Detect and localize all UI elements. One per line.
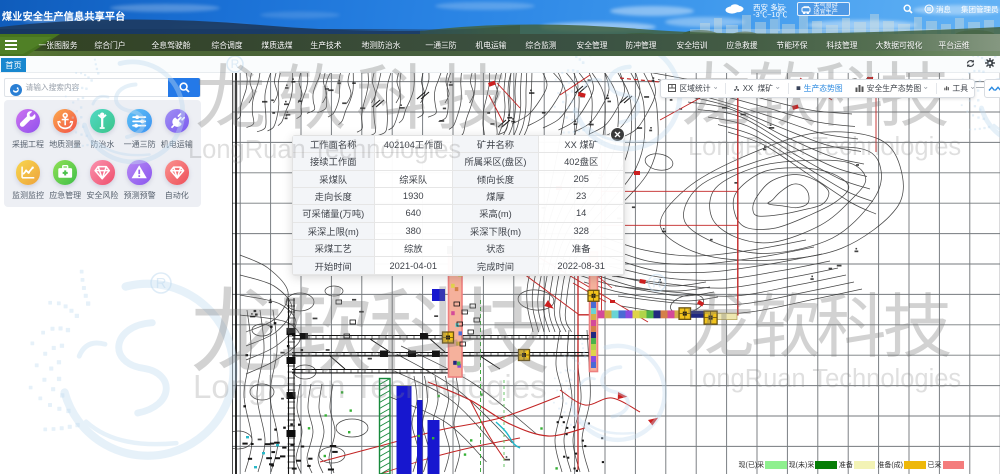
svg-text:R: R	[156, 275, 167, 292]
